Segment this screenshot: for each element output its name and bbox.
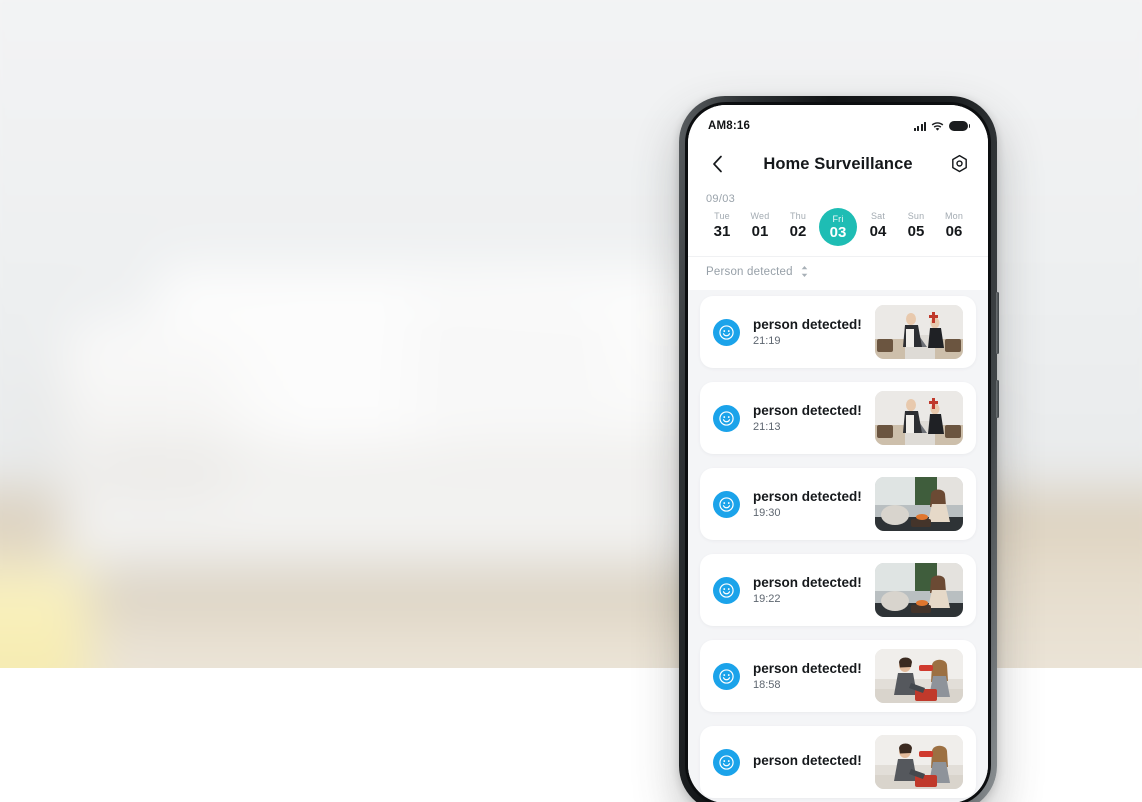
person-face-icon [713,404,740,432]
event-thumbnail[interactable] [875,649,963,703]
person-face-icon [713,490,740,518]
date-num-label: 02 [789,223,807,240]
background-lamp-shade [0,568,90,668]
event-title: person detected! [753,402,862,418]
event-list[interactable]: person detected! 21:19 person detected! … [688,290,988,802]
back-button[interactable] [704,151,730,177]
event-text: person detected! 19:30 [753,489,875,520]
event-title: person detected! [753,488,862,504]
event-title: person detected! [753,574,862,590]
event-text: person detected! 19:22 [753,575,875,606]
background-sofa-arm [68,318,228,508]
chevron-left-icon [712,155,722,173]
date-cell-03-selected[interactable]: Fri 03 [819,208,857,246]
date-num-label: 31 [713,223,731,240]
event-text: person detected! [753,753,875,772]
date-num-label: 04 [869,223,887,240]
event-time: 21:19 [753,335,781,348]
month-label: 09/03 [706,193,736,205]
event-row[interactable]: person detected! 19:30 [700,468,976,540]
person-face-icon [713,576,740,604]
event-row[interactable]: person detected! 21:19 [700,296,976,368]
date-dow-label: Sun [907,211,925,221]
date-selector: 09/03 Tue 31 Wed 01 Thu 02 Fri 03 Sat 04… [688,187,988,256]
date-cell-06[interactable]: Mon 06 [937,211,971,246]
date-cell-31[interactable]: Tue 31 [705,211,739,246]
date-cell-02[interactable]: Thu 02 [781,211,815,246]
event-time: 21:13 [753,421,781,434]
event-row[interactable]: person detected! 18:58 [700,640,976,712]
date-dow-label: Thu [789,211,807,221]
date-num-label: 01 [751,223,769,240]
sort-updown-icon [801,266,808,277]
person-face-icon [713,318,740,346]
settings-button[interactable] [946,151,972,177]
event-title: person detected! [753,660,862,676]
page-title: Home Surveillance [763,154,913,173]
filter-label: Person detected [706,265,793,278]
date-cell-01[interactable]: Wed 01 [743,211,777,246]
battery-icon [949,121,970,131]
filter-dropdown[interactable]: Person detected [688,256,988,290]
event-thumbnail[interactable] [875,391,963,445]
event-thumbnail[interactable] [875,563,963,617]
date-dow-label: Mon [944,211,964,221]
date-cell-04[interactable]: Sat 04 [861,211,895,246]
event-thumbnail[interactable] [875,477,963,531]
date-dow-label: Tue [714,211,730,221]
event-time: 18:58 [753,679,781,692]
date-dow-label: Fri [832,214,844,224]
background-cushion-right [405,291,615,445]
event-title: person detected! [753,316,862,332]
event-time: 19:22 [753,593,781,606]
phone-device: AM8:16 Home Surveillance 09/03 Tue 31 We… [679,96,999,802]
power-button[interactable] [996,380,999,418]
status-bar-icons [913,121,970,131]
date-num-label: 03 [829,224,847,241]
date-dow-label: Wed [750,211,770,221]
event-row[interactable]: person detected! [700,726,976,798]
app-header: Home Surveillance [688,141,988,187]
date-dow-label: Sat [870,211,886,221]
phone-screen: AM8:16 Home Surveillance 09/03 Tue 31 We… [688,105,988,802]
event-text: person detected! 21:13 [753,403,875,434]
event-row[interactable]: person detected! 21:13 [700,382,976,454]
date-num-label: 05 [907,223,925,240]
settings-hex-icon [951,154,967,172]
phone-bezel: AM8:16 Home Surveillance 09/03 Tue 31 We… [685,102,991,802]
status-bar: AM8:16 [688,105,988,141]
volume-button[interactable] [996,292,999,354]
event-text: person detected! 21:19 [753,317,875,348]
date-cell-05[interactable]: Sun 05 [899,211,933,246]
person-face-icon [713,748,740,776]
screenshot-stage: AM8:16 Home Surveillance 09/03 Tue 31 We… [0,0,1142,802]
event-thumbnail[interactable] [875,305,963,359]
wifi-icon [931,121,944,131]
event-row[interactable]: person detected! 19:22 [700,554,976,626]
signal-icon [913,121,926,131]
date-row: Tue 31 Wed 01 Thu 02 Fri 03 Sat 04 Sun 0… [688,207,988,256]
event-thumbnail[interactable] [875,735,963,789]
event-time: 19:30 [753,507,781,520]
event-text: person detected! 18:58 [753,661,875,692]
event-title: person detected! [753,752,862,768]
person-face-icon [713,662,740,690]
date-num-label: 06 [945,223,963,240]
status-bar-time: AM8:16 [708,120,751,132]
